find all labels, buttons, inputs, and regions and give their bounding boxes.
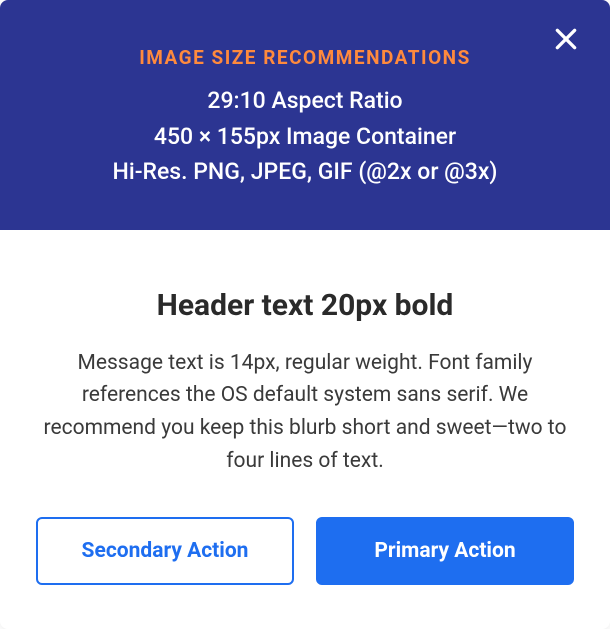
close-button[interactable] [546, 20, 586, 60]
modal-card: IMAGE SIZE RECOMMENDATIONS 29:10 Aspect … [0, 0, 610, 629]
banner-line-aspect: 29:10 Aspect Ratio [40, 83, 570, 119]
primary-action-button[interactable]: Primary Action [316, 517, 574, 585]
banner-line-container: 450 × 155px Image Container [40, 119, 570, 155]
secondary-action-button[interactable]: Secondary Action [36, 517, 294, 585]
image-banner: IMAGE SIZE RECOMMENDATIONS 29:10 Aspect … [0, 0, 610, 230]
header-text: Header text 20px bold [36, 288, 574, 323]
banner-line-formats: Hi-Res. PNG, JPEG, GIF (@2x or @3x) [40, 154, 570, 190]
button-row: Secondary Action Primary Action [36, 517, 574, 585]
close-icon [553, 26, 579, 55]
banner-heading: IMAGE SIZE RECOMMENDATIONS [40, 46, 570, 69]
modal-body: Header text 20px bold Message text is 14… [0, 230, 610, 629]
message-text: Message text is 14px, regular weight. Fo… [36, 347, 574, 477]
